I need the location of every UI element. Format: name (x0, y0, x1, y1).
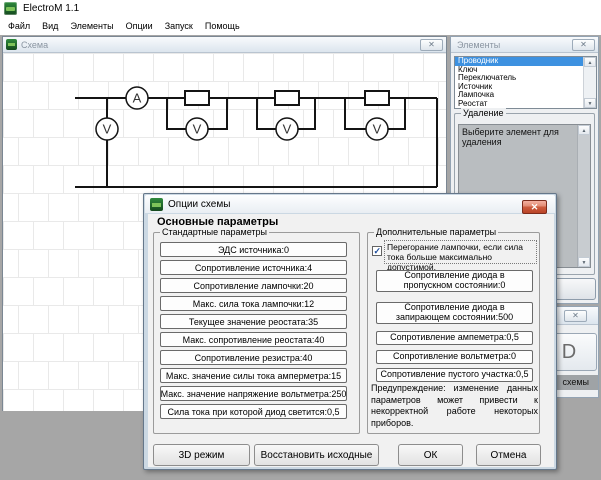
run-panel-close-icon[interactable] (564, 310, 587, 322)
schema-close-icon[interactable] (420, 39, 443, 51)
app-client-area: Схема (0, 35, 601, 480)
param-resistor[interactable]: Сопротивление резистра:40 (160, 350, 347, 365)
additional-group-label: Дополнительные параметры (374, 227, 498, 237)
restore-defaults-button[interactable]: Восстановить исходные (254, 444, 379, 466)
menu-options[interactable]: Опции (120, 19, 159, 33)
lamp-burnout-label[interactable]: Перегорание лампочки, если сила тока бол… (384, 240, 537, 264)
param-voltmeter-max[interactable]: Макс. значение напряжение вольтметра:250 (160, 386, 347, 401)
param-diode-current[interactable]: Сила тока при которой диод светится:0,5 (160, 404, 347, 419)
voltmeter-label: V (283, 122, 292, 137)
schema-window-icon (6, 39, 17, 50)
param-diode-reverse[interactable]: Сопротивление диода в запирающем состоян… (376, 302, 533, 324)
dialog-content: Основные параметры Стандартные параметры… (148, 214, 554, 467)
options-dialog: Опции схемы Основные параметры Стандартн… (143, 193, 557, 470)
param-lamp-max-current[interactable]: Макс. сила тока лампочки:12 (160, 296, 347, 311)
dialog-titlebar[interactable]: Опции схемы (145, 195, 555, 213)
param-emf-source[interactable]: ЭДС источника:0 (160, 242, 347, 257)
deletion-placeholder: Выберите элемент для удаления (459, 125, 577, 150)
menu-view[interactable]: Вид (36, 19, 64, 33)
additional-params-group: Дополнительные параметры Перегорание лам… (367, 232, 540, 434)
voltmeter-4[interactable]: V (366, 118, 388, 140)
dialog-close-icon[interactable] (522, 200, 547, 214)
resistor-1[interactable] (185, 91, 209, 105)
schema-window-title: Схема (21, 40, 48, 50)
elements-titlebar[interactable]: Элементы (451, 37, 598, 53)
menu-file[interactable]: Файл (2, 19, 36, 33)
voltmeter-label: V (373, 122, 382, 137)
list-item-rheostat[interactable]: Реостат (455, 100, 583, 109)
ok-button[interactable]: ОК (398, 444, 463, 466)
3d-mode-button[interactable]: 3D режим (153, 444, 250, 466)
menu-elements[interactable]: Элементы (64, 19, 119, 33)
voltmeter-2[interactable]: V (186, 118, 208, 140)
scroll-down-icon[interactable] (578, 257, 590, 267)
deletion-group-label: Удаление (461, 108, 506, 118)
menu-run[interactable]: Запуск (159, 19, 199, 33)
menu-help[interactable]: Помощь (199, 19, 246, 33)
param-source-resistance[interactable]: Сопротивление источника:4 (160, 260, 347, 275)
lamp-burnout-checkbox[interactable] (372, 246, 382, 256)
param-ammeter-max[interactable]: Макс. значение силы тока амперметра:15 (160, 368, 347, 383)
resistor-2[interactable] (275, 91, 299, 105)
param-empty-section[interactable]: Сопротивление пустого участка:0,5 (376, 368, 533, 382)
elements-panel-title: Элементы (457, 40, 500, 50)
warning-text: Предупреждение: изменение данных парамет… (371, 383, 538, 430)
scroll-up-icon[interactable] (584, 57, 596, 67)
scroll-up-icon[interactable] (578, 125, 590, 135)
param-rheostat-max[interactable]: Макс. сопротивление реостата:40 (160, 332, 347, 347)
param-voltmeter-resistance[interactable]: Сопротивление вольтметра:0 (376, 350, 533, 364)
voltmeter-label: V (193, 122, 202, 137)
resistor-3[interactable] (365, 91, 389, 105)
menu-bar: Файл Вид Элементы Опции Запуск Помощь (0, 17, 601, 35)
scroll-down-icon[interactable] (584, 98, 596, 108)
param-diode-forward[interactable]: Сопротивление диода в пропускном состоян… (376, 270, 533, 292)
dialog-title: Опции схемы (168, 199, 230, 210)
standard-group-label: Стандартные параметры (160, 227, 269, 237)
window-titlebar: ElectroM 1.1 (0, 0, 601, 17)
ammeter[interactable]: A (126, 87, 148, 109)
deletion-scrollbar[interactable] (577, 125, 590, 267)
window-title: ElectroM 1.1 (23, 3, 79, 14)
voltmeter-1[interactable]: V (96, 118, 118, 140)
param-lamp-resistance[interactable]: Сопротивление лампочки:20 (160, 278, 347, 293)
elements-listbox[interactable]: Проводник Ключ Переключатель Источник Ла… (454, 56, 597, 109)
param-ammeter-resistance[interactable]: Сопротивление ампеметра:0,5 (376, 331, 533, 345)
app-icon (4, 2, 17, 15)
ammeter-label: A (133, 91, 142, 106)
elements-scrollbar[interactable] (583, 57, 596, 108)
voltmeter-label: V (103, 122, 112, 137)
standard-params-group: Стандартные параметры ЭДС источника:0 Со… (153, 232, 360, 434)
dialog-icon (150, 198, 163, 211)
param-rheostat-current[interactable]: Текущее значение реостата:35 (160, 314, 347, 329)
cancel-button[interactable]: Отмена (476, 444, 541, 466)
elements-close-icon[interactable] (572, 39, 595, 51)
voltmeter-3[interactable]: V (276, 118, 298, 140)
schema-titlebar[interactable]: Схема (3, 37, 446, 53)
